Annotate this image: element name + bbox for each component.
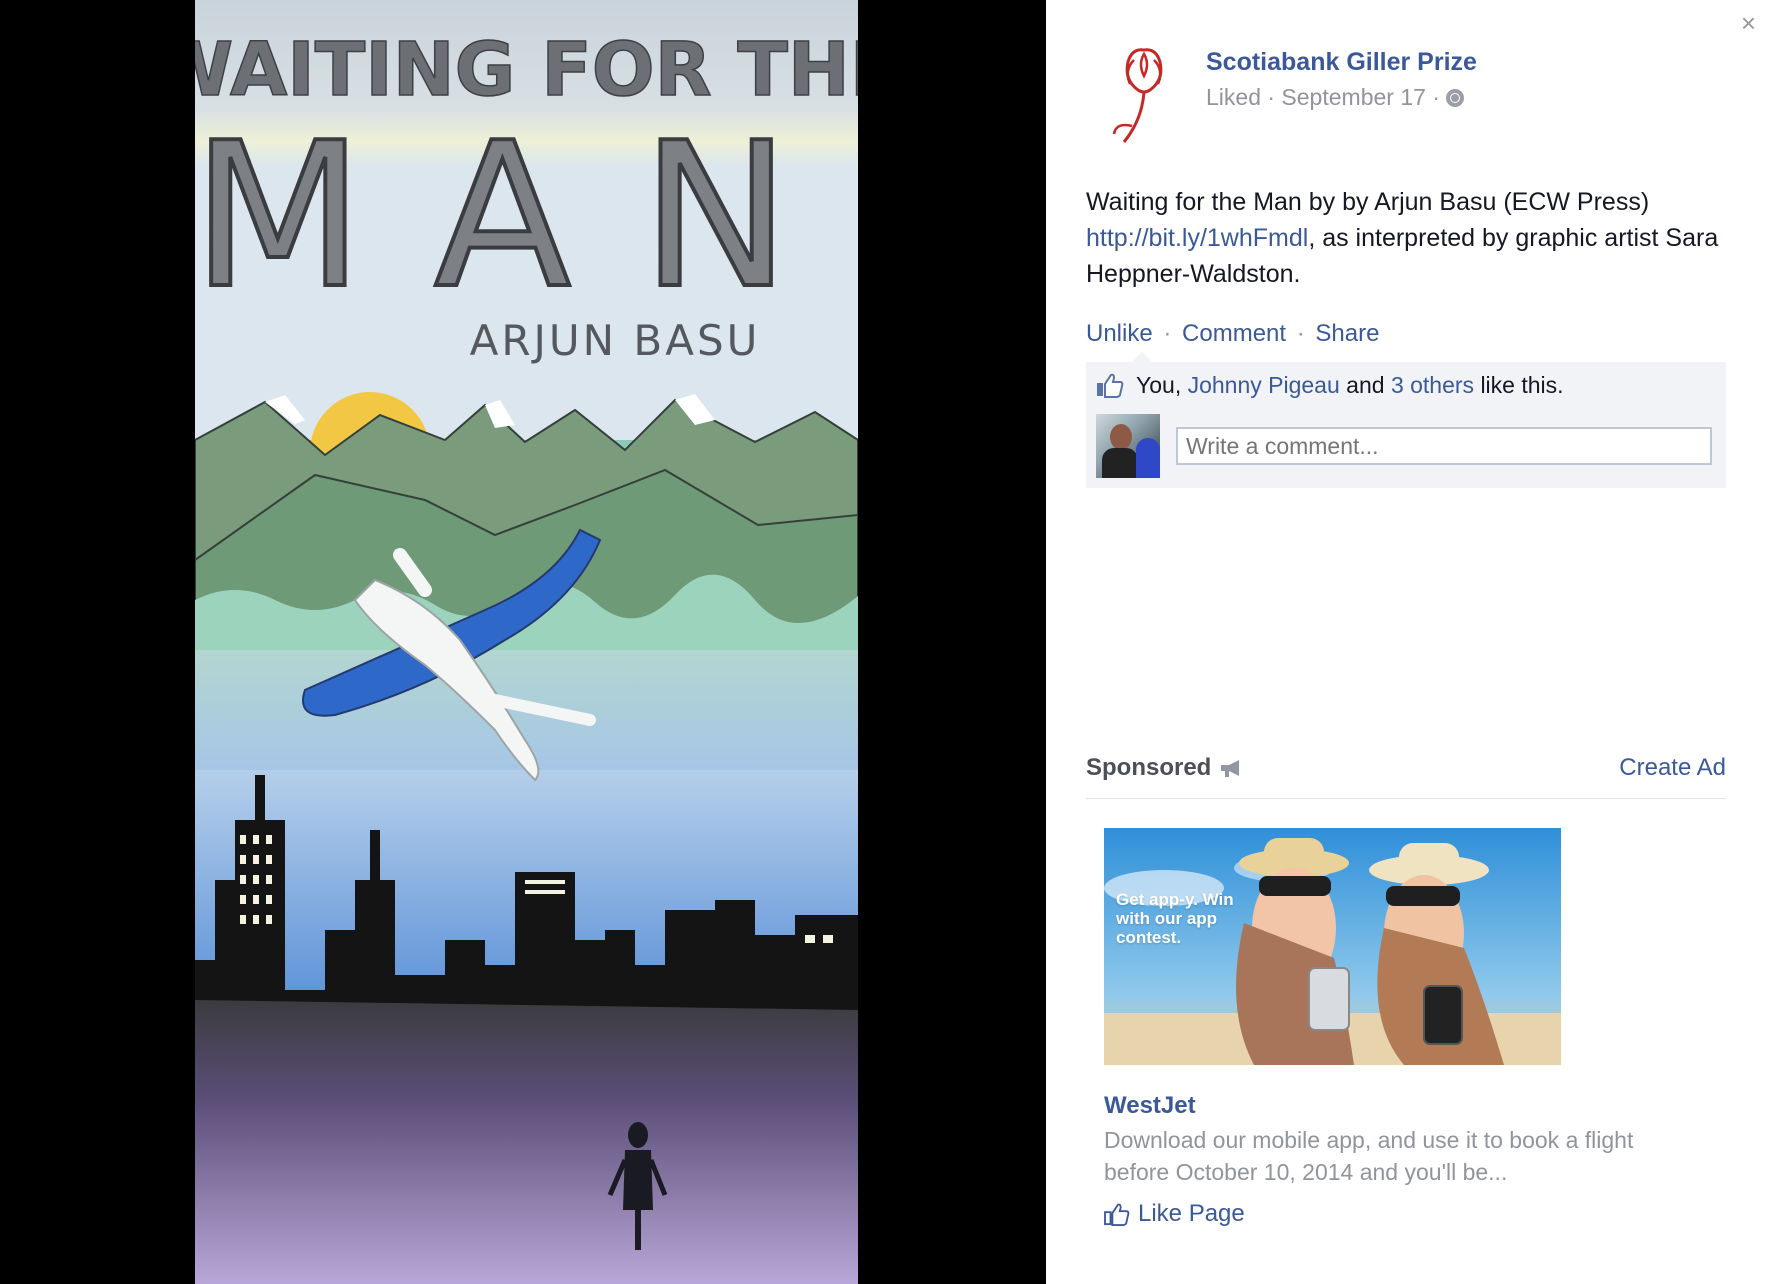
liker-johnny-pigeau-link[interactable]: Johnny Pigeau — [1188, 372, 1340, 398]
close-icon[interactable]: × — [1741, 10, 1756, 36]
likes-summary: You, Johnny Pigeau and 3 others like thi… — [1096, 368, 1564, 402]
comment-composer — [1096, 414, 1712, 478]
likes-others-link[interactable]: 3 others — [1391, 372, 1474, 398]
megaphone-icon — [1221, 760, 1240, 777]
likes-and: and — [1346, 371, 1385, 398]
ad-image-text: Get app-y. Win with our app contest. — [1116, 890, 1234, 947]
post-text-before: Waiting for the Man by by Arjun Basu (EC… — [1086, 188, 1650, 216]
artwork-author: ARJUN BASU — [470, 316, 761, 365]
ad-description: Download our mobile app, and use it to b… — [1104, 1127, 1634, 1185]
like-page-label: Like Page — [1138, 1200, 1245, 1227]
post-link[interactable]: http://bit.ly/1whFmdl — [1086, 224, 1308, 252]
feedback-box: You, Johnny Pigeau and 3 others like thi… — [1086, 352, 1726, 488]
post-sidebar: × Scotiabank Giller Prize Liked · Septem… — [1046, 0, 1770, 1284]
actions-separator: · — [1163, 320, 1172, 347]
likes-you: You, — [1136, 371, 1182, 398]
ad-title-link[interactable]: WestJet — [1104, 1092, 1196, 1120]
giller-prize-rose-logo[interactable] — [1094, 40, 1194, 152]
photo-viewer: WAITING FOR THE MAN ARJUN BASU — [0, 0, 1046, 1284]
book-cover-artwork: WAITING FOR THE MAN ARJUN BASU — [195, 0, 858, 1284]
thumbs-up-icon — [1097, 373, 1124, 398]
comment-link[interactable]: Comment — [1182, 320, 1286, 347]
comment-input[interactable] — [1176, 427, 1712, 465]
share-link[interactable]: Share — [1315, 320, 1379, 347]
likes-suffix: like this. — [1480, 371, 1564, 398]
post-actions: Unlike · Comment · Share — [1086, 320, 1379, 348]
post-meta-text: Liked · September 17 · — [1206, 84, 1440, 110]
actions-separator: · — [1296, 320, 1305, 347]
sponsored-title: Sponsored — [1086, 754, 1243, 782]
post-meta: Liked · September 17 · — [1206, 84, 1464, 111]
thumbs-up-icon — [1104, 1203, 1130, 1226]
artwork-title-line2: MAN — [195, 100, 858, 333]
post-text: Waiting for the Man by by Arjun Basu (EC… — [1086, 184, 1726, 292]
sponsored-label: Sponsored — [1086, 754, 1212, 781]
page-name-link[interactable]: Scotiabank Giller Prize — [1206, 48, 1477, 77]
sponsored-header: Sponsored Create Ad — [1086, 754, 1726, 799]
avatar[interactable] — [1096, 414, 1160, 478]
unlike-link[interactable]: Unlike — [1086, 320, 1153, 347]
like-page-button[interactable]: Like Page — [1104, 1200, 1245, 1228]
ad-image[interactable]: Get app-y. Win with our app contest. — [1104, 828, 1561, 1065]
create-ad-link[interactable]: Create Ad — [1619, 754, 1726, 782]
globe-icon[interactable] — [1445, 88, 1464, 107]
